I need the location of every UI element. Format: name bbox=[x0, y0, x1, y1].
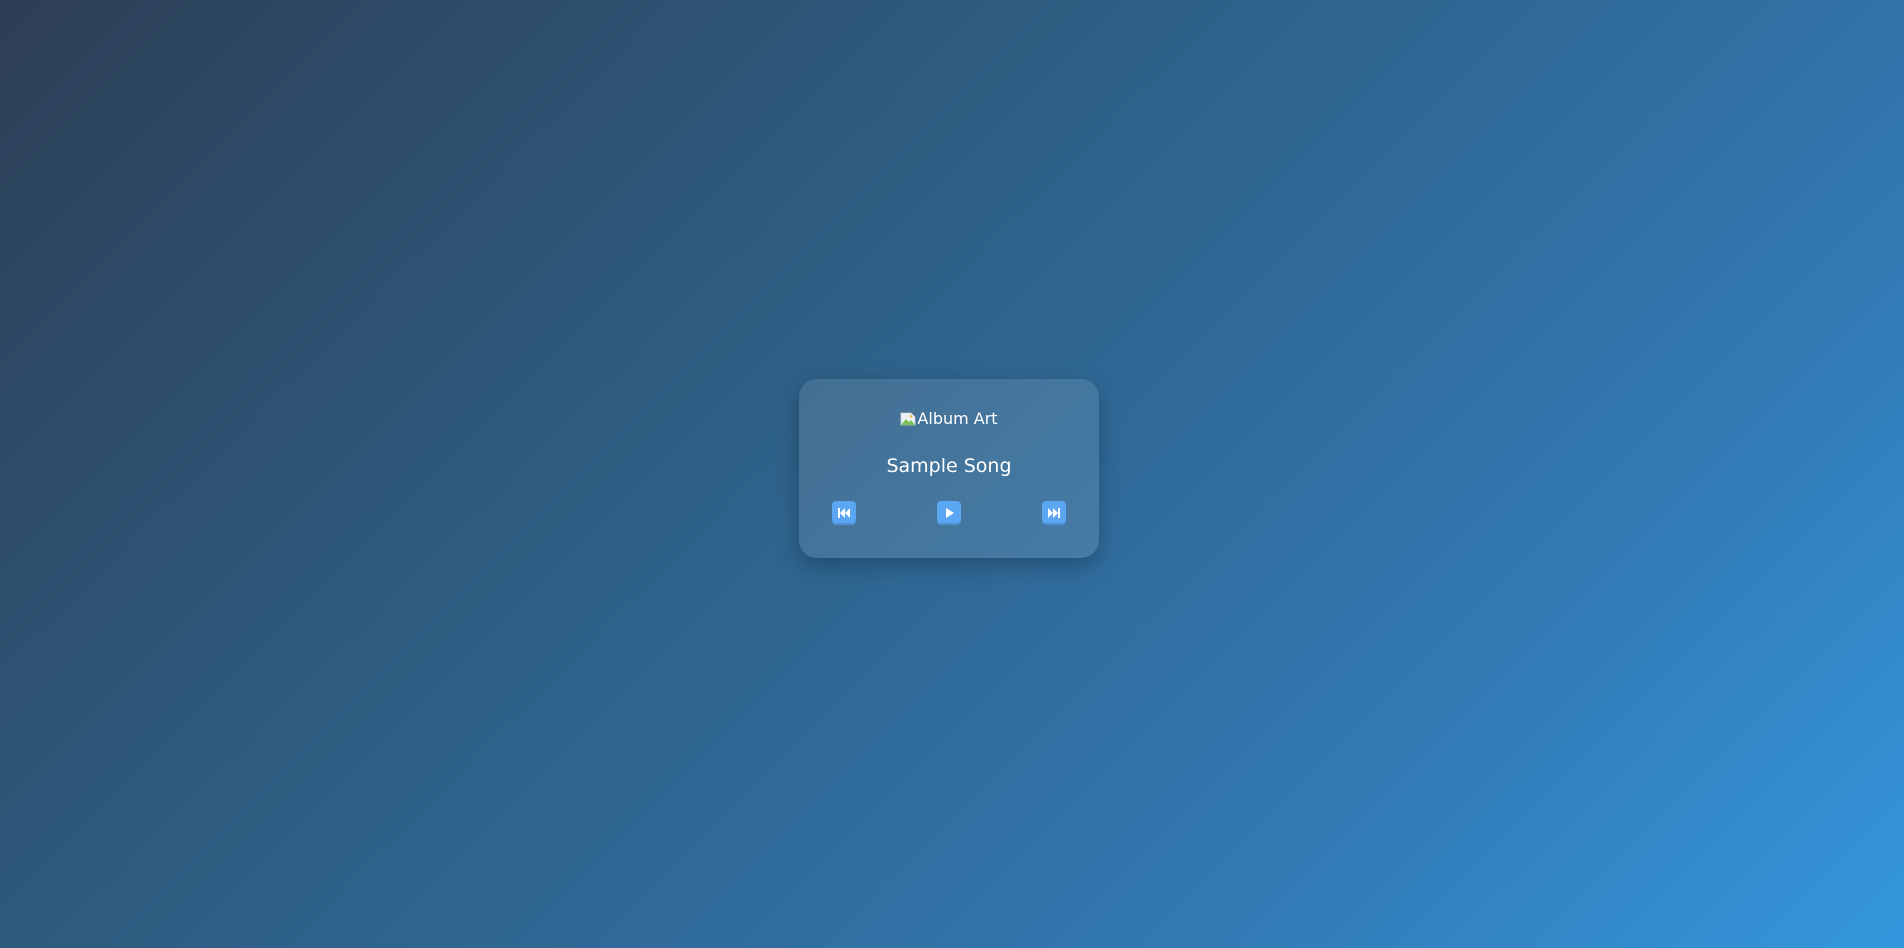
previous-track-icon bbox=[838, 508, 850, 518]
playback-controls bbox=[832, 501, 1066, 525]
song-title: Sample Song bbox=[886, 455, 1012, 477]
broken-image-icon bbox=[901, 412, 916, 426]
music-player-card: Album Art Sample Song bbox=[799, 379, 1099, 558]
next-button[interactable] bbox=[1042, 501, 1066, 525]
previous-button[interactable] bbox=[832, 501, 856, 525]
play-icon bbox=[946, 508, 954, 518]
play-button[interactable] bbox=[937, 501, 961, 525]
album-art: Album Art bbox=[900, 409, 998, 429]
album-art-alt-text: Album Art bbox=[917, 409, 998, 428]
next-track-icon bbox=[1048, 508, 1060, 518]
